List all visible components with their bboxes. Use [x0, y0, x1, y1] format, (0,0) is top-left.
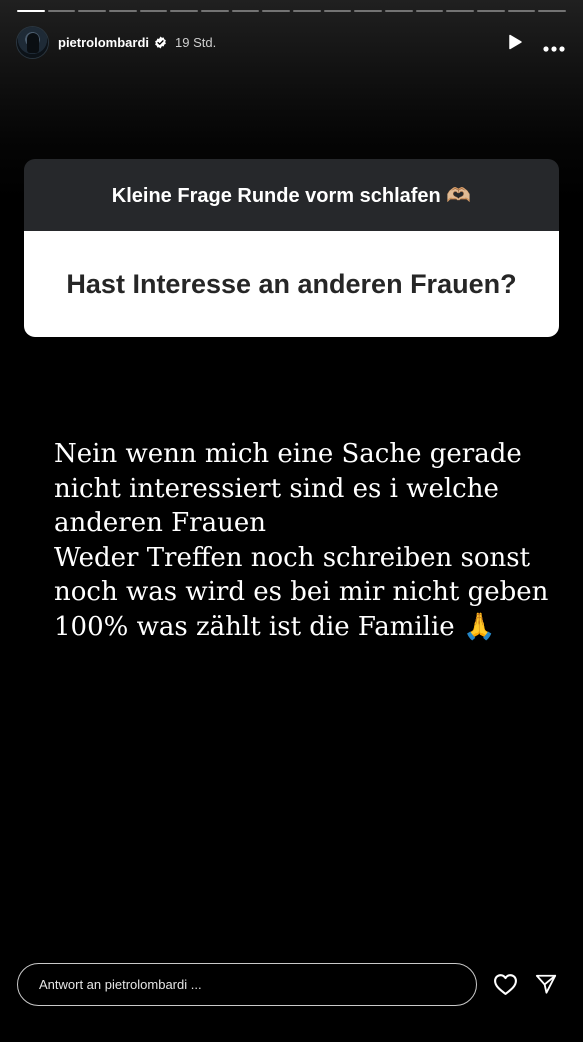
reply-placeholder: Antwort an pietrolombardi ... [39, 977, 202, 992]
progress-segment [415, 10, 444, 12]
question-text: Hast Interesse an anderen Frauen? [24, 231, 559, 337]
story-progress-bar [17, 10, 567, 12]
progress-segment [323, 10, 352, 12]
more-icon[interactable] [543, 39, 565, 52]
progress-segment [231, 10, 260, 12]
answer-text: Nein wenn mich eine Sache gerade nicht i… [54, 439, 549, 642]
progress-segment [170, 10, 199, 12]
verified-badge-icon [154, 36, 167, 49]
heart-icon[interactable] [493, 972, 518, 996]
progress-segment [385, 10, 413, 12]
avatar[interactable] [17, 26, 48, 58]
progress-segment [354, 10, 383, 12]
progress-segment [201, 10, 229, 12]
progress-segment [262, 10, 291, 12]
send-icon[interactable] [535, 973, 557, 995]
progress-segment [507, 10, 536, 12]
progress-segment [538, 10, 567, 12]
progress-segment [446, 10, 475, 12]
progress-segment [293, 10, 321, 12]
question-sticker: Kleine Frage Runde vorm schlafen 🫶🏼 Hast… [24, 159, 559, 337]
progress-segment [78, 10, 107, 12]
reply-input[interactable]: Antwort an pietrolombardi ... [17, 963, 477, 1006]
progress-segment [109, 10, 137, 12]
story-viewer[interactable]: pietrolombardi 19 Std. Kleine Frage Rund… [0, 0, 583, 1042]
username[interactable]: pietrolombardi [58, 35, 149, 50]
play-icon[interactable] [507, 34, 523, 50]
progress-segment [47, 10, 76, 12]
progress-segment [17, 10, 45, 12]
story-header: pietrolombardi 19 Std. [17, 26, 565, 58]
post-time: 19 Std. [175, 34, 217, 50]
progress-segment [477, 10, 505, 12]
question-sticker-title: Kleine Frage Runde vorm schlafen 🫶🏼 [24, 159, 559, 231]
progress-segment [139, 10, 168, 12]
